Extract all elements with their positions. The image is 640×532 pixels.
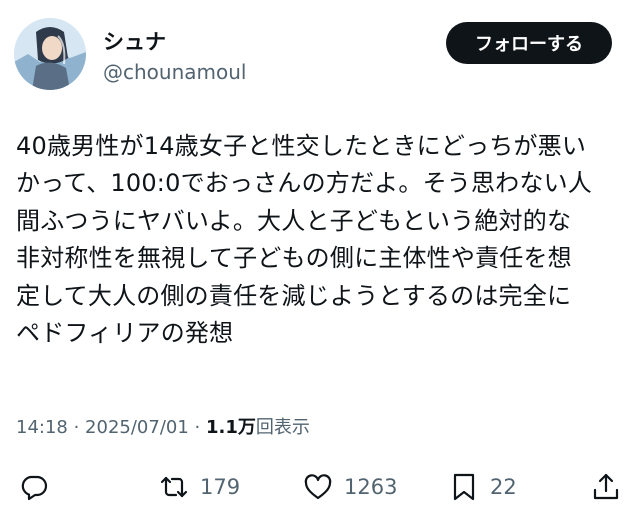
views-label: 回表示 — [255, 417, 310, 438]
meta-separator: · — [188, 417, 206, 438]
share-button[interactable] — [590, 465, 622, 509]
meta-separator: · — [67, 417, 86, 438]
reply-icon — [21, 475, 48, 501]
user-handle[interactable]: @chounamoul — [103, 60, 246, 84]
share-icon — [593, 473, 619, 500]
action-bar: 179 1263 22 — [0, 465, 640, 509]
tweet-date[interactable]: 2025/07/01 — [85, 417, 189, 438]
tweet-text-line: 非対称性を無視して子どもの側に主体性や責任を想 — [16, 244, 572, 273]
retweet-button[interactable]: 179 — [158, 465, 240, 509]
bookmark-count: 22 — [490, 475, 517, 499]
retweet-count: 179 — [200, 475, 241, 499]
avatar-image — [14, 18, 86, 90]
reply-button[interactable] — [18, 465, 50, 509]
like-button[interactable]: 1263 — [302, 465, 397, 509]
display-name[interactable]: シュナ — [103, 29, 166, 55]
tweet-text-line: 40歳男性が14歳女子と性交したときにどっちが悪い — [16, 132, 587, 160]
tweet-text-line: かって、100:0でおっさんの方だよ。そう思わない人 — [16, 169, 592, 198]
views-count[interactable]: 1.1万 — [206, 417, 256, 438]
heart-icon — [304, 474, 332, 500]
retweet-icon — [160, 476, 188, 498]
tweet-text-line: 間ふつうにヤバいよ。大人と子どもという絶対的な — [16, 206, 572, 235]
follow-button[interactable]: フォローする — [446, 22, 612, 64]
tweet-text-line: ペドフィリアの発想 — [16, 319, 234, 348]
tweet-text: 40歳男性が14歳女子と性交したときにどっちが悪い かって、100:0でおっさん… — [16, 128, 624, 352]
tweet-meta: 14:18 · 2025/07/01 · 1.1万回表示 — [16, 416, 310, 440]
tweet-header: シュナ @chounamoul フォローする — [0, 0, 640, 100]
bookmark-icon — [453, 473, 475, 501]
like-count: 1263 — [344, 475, 398, 499]
tweet-text-line: 定して大人の側の責任を減じようとするのは完全に — [16, 281, 572, 310]
avatar[interactable] — [14, 18, 86, 90]
tweet-time[interactable]: 14:18 — [16, 417, 68, 438]
bookmark-button[interactable]: 22 — [448, 465, 517, 509]
